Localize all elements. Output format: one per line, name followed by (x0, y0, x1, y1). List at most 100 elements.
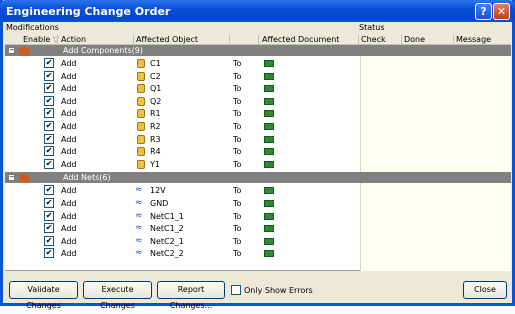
table-row[interactable]: ✔ Add ≈ NetC2_2 To (5, 247, 361, 259)
col-action[interactable]: Action (61, 35, 86, 44)
only-show-errors-checkbox[interactable] (231, 285, 241, 295)
affected-object-cell: R2 (150, 122, 161, 131)
collapse-icon[interactable]: − (8, 174, 15, 182)
table-row[interactable]: ✔ Add R4 To (5, 145, 361, 157)
col-enable[interactable]: Enable ▽ (23, 35, 59, 44)
group-row[interactable]: − Add Nets(6) (5, 172, 511, 184)
affected-object-cell: R4 (150, 147, 161, 157)
folder-icon (19, 47, 29, 55)
changes-grid[interactable]: − Add Components(9) ✔ Add C1 To ✔ Add C2 To ✔ Add Q1… (5, 45, 511, 271)
action-cell: Add (61, 122, 77, 131)
status-pane (360, 45, 511, 271)
component-icon (137, 159, 145, 169)
enable-checkbox[interactable]: ✔ (44, 210, 54, 221)
net-icon: ≈ (135, 235, 143, 246)
pcb-document-icon (264, 135, 274, 143)
to-cell: To (233, 84, 242, 94)
eco-dialog: Engineering Change Order ? ✕ Modificatio… (0, 0, 515, 310)
table-row[interactable]: ✔ Add ≈ GND To (5, 197, 361, 209)
validate-changes-button[interactable]: Validate Changes (9, 281, 78, 310)
table-row[interactable]: ✔ Add Y1 To (5, 158, 361, 170)
affected-object-cell: NetC1_1 (150, 211, 184, 221)
affected-object-cell: GND (150, 199, 169, 208)
table-row[interactable]: ✔ Add Q1 To (5, 82, 361, 94)
table-row[interactable]: ✔ Add ≈ NetC1_2 To (5, 222, 361, 234)
table-row[interactable]: ✔ Add R2 To (5, 120, 361, 132)
to-cell: To (233, 147, 242, 157)
window-close-button[interactable]: ✕ (493, 3, 510, 20)
table-row[interactable]: ✔ Add ≈12V To (5, 184, 361, 196)
pcb-document-icon (264, 225, 274, 233)
action-cell: Add (61, 109, 77, 119)
component-icon (137, 147, 145, 157)
component-icon (137, 122, 145, 131)
help-button[interactable]: ? (475, 3, 492, 20)
table-row[interactable]: ✔ Add C1 To (5, 57, 361, 69)
group-row[interactable]: − Add Components(9) (5, 45, 511, 56)
to-cell: To (233, 249, 242, 259)
table-row[interactable]: ✔ Add R1 To (5, 107, 361, 119)
enable-checkbox[interactable]: ✔ (44, 248, 54, 259)
affected-object-cell: C2 (150, 71, 161, 81)
enable-checkbox[interactable]: ✔ (44, 235, 54, 246)
enable-checkbox[interactable]: ✔ (44, 121, 54, 131)
to-cell: To (233, 59, 242, 68)
to-cell: To (233, 224, 242, 234)
column-header-row: Enable ▽ Action Affected Object Affected… (5, 34, 511, 45)
action-cell: Add (61, 236, 77, 246)
enable-checkbox[interactable]: ✔ (44, 58, 54, 68)
action-cell: Add (61, 71, 77, 81)
enable-checkbox[interactable]: ✔ (44, 158, 54, 169)
col-affected-object[interactable]: Affected Object (136, 35, 198, 44)
action-cell: Add (61, 96, 77, 106)
pcb-document-icon (264, 237, 274, 245)
enable-checkbox[interactable]: ✔ (44, 146, 54, 157)
col-done[interactable]: Done (404, 35, 425, 44)
action-cell: Add (61, 211, 77, 221)
enable-checkbox[interactable]: ✔ (44, 95, 54, 106)
group-title: Add Nets(6) (63, 173, 111, 183)
table-row[interactable]: ✔ Add C2 To (5, 70, 361, 82)
enable-checkbox[interactable]: ✔ (44, 70, 54, 81)
sort-icon: ▽ (52, 35, 59, 44)
enable-checkbox[interactable]: ✔ (44, 185, 54, 196)
to-cell: To (233, 96, 242, 106)
pcb-document-icon (264, 72, 274, 80)
enable-checkbox[interactable]: ✔ (44, 133, 54, 144)
to-cell: To (233, 159, 242, 169)
to-cell: To (233, 236, 242, 246)
pcb-document-icon (264, 110, 274, 118)
enable-checkbox[interactable]: ✔ (44, 108, 54, 119)
to-cell: To (233, 134, 242, 144)
report-changes-button[interactable]: Report Changes... (157, 281, 225, 310)
group-title: Add Components(9) (63, 46, 143, 55)
table-row[interactable]: ✔ Add ≈ NetC2_1 To (5, 235, 361, 247)
title-bar[interactable]: Engineering Change Order ? ✕ (0, 0, 515, 22)
modifications-label: Modifications (6, 23, 59, 32)
collapse-icon[interactable]: − (8, 47, 15, 54)
close-button[interactable]: Close (463, 281, 507, 299)
pcb-document-icon (264, 148, 274, 156)
enable-checkbox[interactable]: ✔ (44, 223, 54, 234)
table-row[interactable]: ✔ Add R3 To (5, 133, 361, 145)
affected-object-cell: NetC2_1 (150, 236, 184, 246)
table-row[interactable]: ✔ Add ≈ NetC1_1 To (5, 210, 361, 222)
col-message[interactable]: Message (456, 35, 491, 44)
to-cell: To (233, 109, 242, 119)
net-icon: ≈ (135, 198, 143, 208)
status-label: Status (359, 23, 385, 32)
component-icon (137, 96, 145, 106)
col-affected-document[interactable]: Affected Document (262, 35, 339, 44)
to-cell: To (233, 211, 242, 221)
component-icon (137, 109, 145, 119)
net-icon: ≈ (135, 185, 143, 196)
table-row[interactable]: ✔ Add Q2 To (5, 95, 361, 107)
window-title: Engineering Change Order (6, 5, 171, 18)
col-check[interactable]: Check (361, 35, 386, 44)
enable-checkbox[interactable]: ✔ (44, 83, 54, 94)
pcb-document-icon (264, 212, 274, 220)
to-cell: To (233, 71, 242, 81)
execute-changes-button[interactable]: Execute Changes (83, 281, 152, 310)
enable-checkbox[interactable]: ✔ (44, 198, 54, 208)
action-cell: Add (61, 224, 77, 234)
